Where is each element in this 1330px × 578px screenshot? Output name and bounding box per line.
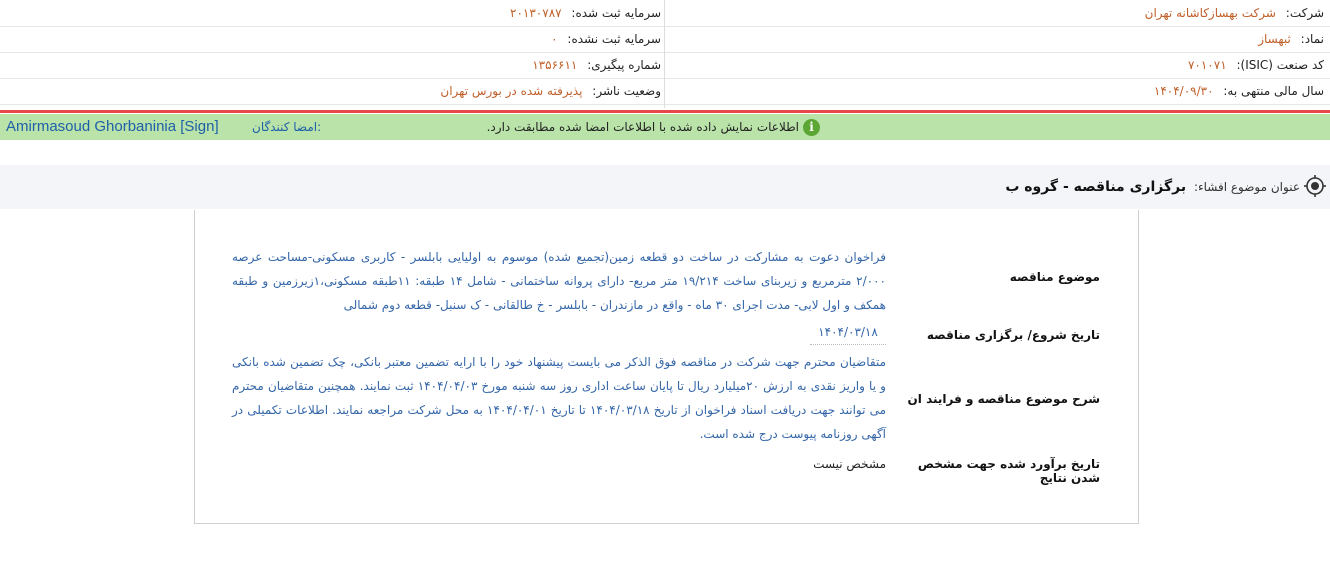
header-row-1: شرکت: شرکت بهسازکاشانه تهران سرمایه ثبت … [0, 0, 1330, 27]
isic-value: ۷۰۱۰۷۱ [1187, 58, 1227, 72]
disclosure-title-value: برگزاری مناقصه - گروه ب [1005, 179, 1187, 195]
symbol-label: نماد: [1300, 32, 1324, 46]
header-row-4: سال مالی منتهی به: ۱۴۰۴/۰۹/۳۰ وضعیت ناشر… [0, 78, 1330, 105]
tracking-cell: شماره پیگیری: ۱۳۵۶۶۱۱ [6, 52, 661, 78]
isic-cell: کد صنعت (ISIC): ۷۰۱۰۷۱ [669, 52, 1324, 78]
header-divider [664, 0, 665, 108]
symbol-cell: نماد: ثبهساز [669, 26, 1324, 52]
publisher-status-cell: وضعیت ناشر: پذیرفته شده در بورس تهران [6, 78, 661, 104]
publisher-status-value: پذیرفته شده در بورس تهران [440, 84, 583, 98]
signer-name-link[interactable]: Amirmasoud Ghorbaninia [Sign] [6, 114, 219, 140]
publisher-status-label: وضعیت ناشر: [592, 84, 661, 98]
tracking-label: شماره پیگیری: [587, 58, 661, 72]
tracking-value: ۱۳۵۶۶۱۱ [532, 58, 578, 72]
company-cell: شرکت: شرکت بهسازکاشانه تهران [669, 0, 1324, 26]
start-date-row: تاریخ شروع/ برگزاری مناقصه ۱۴۰۴/۰۳/۱۸ [232, 320, 1100, 346]
company-label: شرکت: [1285, 6, 1324, 20]
result-date-label: تاریخ برآورد شده جهت مشخص شدن نتایج [917, 457, 1100, 485]
signers-label: امضا کنندگان: [252, 120, 322, 134]
tender-details-box: موضوع مناقصه فراخوان دعوت به مشارکت در س… [194, 210, 1139, 524]
isic-label: کد صنعت (ISIC): [1236, 58, 1324, 72]
symbol-value[interactable]: ثبهساز [1258, 32, 1291, 46]
result-date-row: تاریخ برآورد شده جهت مشخص شدن نتایج مشخص… [232, 452, 1100, 485]
fiscal-year-cell: سال مالی منتهی به: ۱۴۰۴/۰۹/۳۰ [669, 78, 1324, 104]
subject-row: موضوع مناقصه فراخوان دعوت به مشارکت در س… [232, 245, 1100, 317]
subject-label: موضوع مناقصه [1009, 270, 1100, 284]
info-icon: i [803, 119, 820, 136]
description-value: متقاضیان محترم جهت شرکت در مناقصه فوق ال… [232, 355, 886, 441]
start-date-label: تاریخ شروع/ برگزاری مناقصه [926, 328, 1100, 342]
header-info-table: شرکت: شرکت بهسازکاشانه تهران سرمایه ثبت … [0, 0, 1330, 108]
disclosure-title-bar: عنوان موضوع افشاء: برگزاری مناقصه - گروه… [0, 165, 1330, 209]
disclosure-title-label: عنوان موضوع افشاء: [1193, 180, 1300, 194]
result-date-value: مشخص نیست [813, 457, 886, 471]
disclosure-title: عنوان موضوع افشاء: برگزاری مناقصه - گروه… [1005, 165, 1300, 209]
description-row: شرح موضوع مناقصه و فرایند ان متقاضیان مح… [232, 350, 1100, 446]
signature-bar: i اطلاعات نمایش داده شده با اطلاعات امضا … [0, 114, 1330, 140]
header-row-2: نماد: ثبهساز سرمایه ثبت نشده: ۰ [0, 26, 1330, 53]
unregistered-capital-cell: سرمایه ثبت نشده: ۰ [6, 26, 661, 52]
subject-value: فراخوان دعوت به مشارکت در ساخت دو قطعه ز… [232, 250, 886, 312]
fiscal-year-value: ۱۴۰۴/۰۹/۳۰ [1153, 84, 1214, 98]
registered-capital-cell: سرمایه ثبت شده: ۲۰۱۳۰۷۸۷ [6, 0, 661, 26]
fiscal-year-label: سال مالی منتهی به: [1223, 84, 1324, 98]
start-date-value: ۱۴۰۴/۰۳/۱۸ [810, 320, 886, 345]
target-icon [1304, 175, 1326, 197]
unregistered-capital-value: ۰ [551, 32, 558, 46]
company-value[interactable]: شرکت بهسازکاشانه تهران [1145, 6, 1276, 20]
header-row-3: کد صنعت (ISIC): ۷۰۱۰۷۱ شماره پیگیری: ۱۳۵… [0, 52, 1330, 79]
registered-capital-value: ۲۰۱۳۰۷۸۷ [510, 6, 562, 20]
unregistered-capital-label: سرمایه ثبت نشده: [567, 32, 661, 46]
description-label: شرح موضوع مناقصه و فرایند ان [907, 392, 1100, 406]
signature-message: i اطلاعات نمایش داده شده با اطلاعات امضا … [487, 114, 820, 140]
registered-capital-label: سرمایه ثبت شده: [571, 6, 661, 20]
red-separator [0, 110, 1330, 113]
signature-message-text: اطلاعات نمایش داده شده با اطلاعات امضا ش… [486, 120, 799, 134]
